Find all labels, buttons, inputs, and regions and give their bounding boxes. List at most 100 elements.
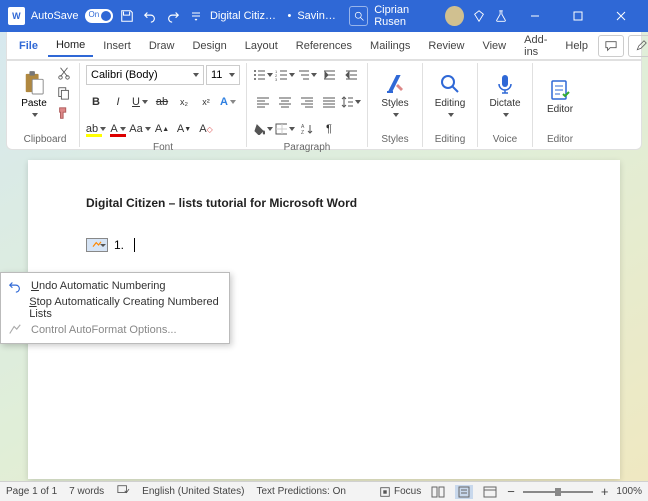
tab-file[interactable]: File [11, 36, 46, 56]
font-color-button[interactable]: A [108, 119, 128, 139]
text-cursor [134, 238, 135, 252]
clear-formatting-button[interactable]: A◇ [196, 119, 216, 139]
justify-button[interactable] [319, 92, 339, 112]
tab-view[interactable]: View [474, 36, 514, 56]
group-paragraph: 123 AZ ¶ Paragraph [247, 63, 368, 147]
group-label-voice: Voice [484, 134, 526, 147]
tab-home[interactable]: Home [48, 35, 93, 57]
tab-addins[interactable]: Add-ins [516, 30, 555, 62]
redo-icon[interactable] [164, 8, 181, 24]
user-name[interactable]: Ciprian Rusen [374, 4, 439, 28]
borders-button[interactable] [275, 119, 295, 139]
cut-icon[interactable] [55, 65, 73, 81]
maximize-button[interactable] [559, 0, 596, 32]
highlight-button[interactable]: ab [86, 119, 106, 139]
autosave-label: AutoSave [31, 10, 79, 22]
autosave-toggle[interactable]: On [85, 9, 113, 23]
underline-button[interactable]: U [130, 92, 150, 112]
zoom-level[interactable]: 100% [616, 486, 642, 497]
change-case-button[interactable]: Aa [130, 119, 150, 139]
align-right-button[interactable] [297, 92, 317, 112]
qat-overflow-icon[interactable] [187, 8, 204, 24]
line-spacing-button[interactable] [341, 92, 361, 112]
list-item-1: 1. [86, 238, 562, 252]
print-layout-button[interactable] [455, 485, 473, 499]
bold-button[interactable]: B [86, 92, 106, 112]
status-page[interactable]: Page 1 of 1 [6, 486, 57, 497]
status-predictions[interactable]: Text Predictions: On [256, 486, 345, 497]
multilevel-list-button[interactable] [297, 65, 317, 85]
comments-button[interactable] [598, 35, 624, 57]
text-effects-button[interactable]: A [218, 92, 238, 112]
group-label-font: Font [86, 142, 240, 155]
status-spellcheck-icon[interactable] [116, 484, 130, 499]
bullets-button[interactable] [253, 65, 273, 85]
undo-icon[interactable] [141, 8, 158, 24]
zoom-in-button[interactable]: + [601, 484, 609, 499]
tab-references[interactable]: References [288, 36, 360, 56]
font-family-select[interactable]: Calibri (Body) [86, 65, 204, 85]
decrease-indent-button[interactable] [319, 65, 339, 85]
autoformat-icon [7, 322, 23, 338]
tab-layout[interactable]: Layout [237, 36, 286, 56]
close-button[interactable] [603, 0, 640, 32]
document-title[interactable]: Digital Citizen... [210, 10, 281, 22]
status-language[interactable]: English (United States) [142, 486, 244, 497]
grow-font-button[interactable]: A▲ [152, 119, 172, 139]
autocorrect-options-menu: Undo Automatic Numbering Stop Automatica… [0, 272, 230, 344]
save-status: Saving... [297, 10, 337, 22]
menu-stop-auto-lists[interactable]: Stop Automatically Creating Numbered Lis… [1, 297, 229, 319]
increase-indent-button[interactable] [341, 65, 361, 85]
title-bar: W AutoSave On Digital Citizen... • Savin… [0, 0, 648, 32]
autocorrect-smart-tag[interactable] [86, 238, 108, 252]
subscript-button[interactable]: x₂ [174, 92, 194, 112]
zoom-out-button[interactable]: − [507, 484, 515, 499]
sort-button[interactable]: AZ [297, 119, 317, 139]
tab-review[interactable]: Review [420, 36, 472, 56]
tab-draw[interactable]: Draw [141, 36, 183, 56]
editor-button[interactable]: Editor [539, 65, 581, 127]
group-styles: Styles Styles [368, 63, 423, 147]
dictate-button[interactable]: Dictate [484, 65, 526, 127]
paste-button[interactable]: Paste [17, 65, 51, 125]
web-layout-button[interactable] [481, 485, 499, 499]
blank-icon [7, 300, 21, 316]
status-bar: Page 1 of 1 7 words English (United Stat… [0, 481, 648, 501]
diamond-icon[interactable] [470, 8, 487, 24]
editing-button[interactable]: Editing [429, 65, 471, 127]
strikethrough-button[interactable]: ab [152, 92, 172, 112]
search-button[interactable] [349, 6, 368, 26]
svg-text:3: 3 [275, 77, 278, 81]
menu-bar: File Home Insert Draw Design Layout Refe… [6, 32, 642, 60]
shading-button[interactable] [253, 119, 273, 139]
focus-mode-button[interactable]: Focus [379, 486, 421, 498]
superscript-button[interactable]: x² [196, 92, 216, 112]
align-left-button[interactable] [253, 92, 273, 112]
user-avatar[interactable] [445, 6, 464, 26]
tab-mailings[interactable]: Mailings [362, 36, 418, 56]
flask-icon[interactable] [493, 8, 510, 24]
zoom-slider[interactable] [523, 491, 593, 493]
list-number: 1. [114, 238, 124, 252]
tab-insert[interactable]: Insert [95, 36, 139, 56]
show-marks-button[interactable]: ¶ [319, 119, 339, 139]
read-mode-button[interactable] [429, 485, 447, 499]
copy-icon[interactable] [55, 85, 73, 101]
menu-undo-auto-numbering[interactable]: Undo Automatic Numbering [1, 275, 229, 297]
group-editing: Editing Editing [423, 63, 478, 147]
numbering-button[interactable]: 123 [275, 65, 295, 85]
italic-button[interactable]: I [108, 92, 128, 112]
group-label-clipboard: Clipboard [17, 134, 73, 147]
status-words[interactable]: 7 words [69, 486, 104, 497]
tab-design[interactable]: Design [184, 36, 234, 56]
styles-button[interactable]: Styles [374, 65, 416, 127]
align-center-button[interactable] [275, 92, 295, 112]
save-icon[interactable] [119, 8, 136, 24]
format-painter-icon[interactable] [55, 105, 73, 121]
minimize-button[interactable] [516, 0, 553, 32]
tab-help[interactable]: Help [557, 36, 596, 56]
menu-control-autoformat[interactable]: Control AutoFormat Options... [1, 319, 229, 341]
editing-mode-button[interactable]: Editing [628, 35, 648, 57]
font-size-select[interactable]: 11 [206, 65, 240, 85]
shrink-font-button[interactable]: A▼ [174, 119, 194, 139]
